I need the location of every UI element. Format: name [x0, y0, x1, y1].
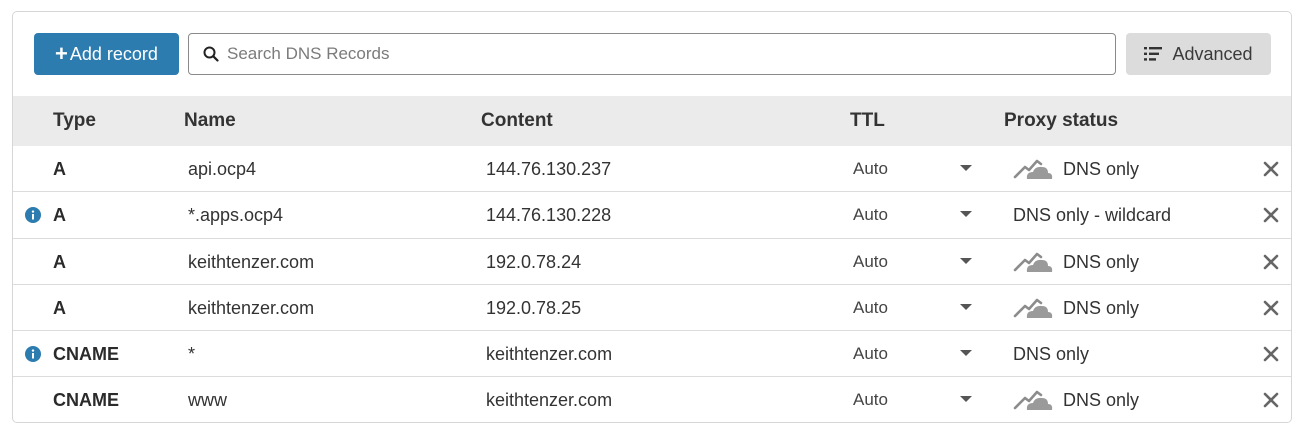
- proxy-status-label: DNS only: [1063, 390, 1140, 411]
- delete-icon[interactable]: [1263, 300, 1279, 316]
- plus-icon: +: [55, 41, 68, 66]
- proxy-status-label: DNS only - wildcard: [1013, 205, 1172, 226]
- proxy-status[interactable]: DNS only: [1013, 331, 1089, 377]
- chevron-down-icon[interactable]: [960, 303, 972, 310]
- record-name: keithtenzer.com: [188, 297, 315, 318]
- record-type: A: [53, 159, 66, 179]
- ttl-select[interactable]: Auto: [853, 146, 888, 192]
- record-name: *: [188, 344, 196, 365]
- column-header-proxy-status[interactable]: Proxy status: [1004, 96, 1118, 146]
- info-icon[interactable]: [25, 207, 41, 224]
- ttl-select[interactable]: Auto: [853, 377, 888, 422]
- column-header-ttl[interactable]: TTL: [850, 96, 885, 146]
- search-icon: [203, 46, 219, 62]
- advanced-button[interactable]: Advanced: [1126, 33, 1271, 75]
- record-type: CNAME: [53, 344, 119, 365]
- ttl-value: Auto: [853, 251, 888, 271]
- record-content: keithtenzer.com: [486, 344, 613, 365]
- ttl-value: Auto: [853, 159, 888, 178]
- proxy-status-label: DNS only: [1013, 344, 1090, 365]
- toolbar: + Add record Advanced: [13, 12, 1291, 96]
- proxy-status[interactable]: DNS only: [1013, 146, 1139, 192]
- proxy-status[interactable]: DNS only - wildcard: [1013, 192, 1171, 238]
- chevron-down-icon[interactable]: [960, 396, 972, 403]
- record-type: A: [53, 251, 66, 272]
- proxy-status[interactable]: DNS only: [1013, 285, 1139, 331]
- record-name: keithtenzer.com: [188, 251, 315, 272]
- record-name: api.ocp4: [188, 159, 257, 179]
- ttl-select[interactable]: Auto: [853, 192, 888, 238]
- record-content: 192.0.78.25: [486, 297, 582, 318]
- table-row[interactable]: Akeithtenzer.com 192.0.78.25 Auto DNS only: [13, 285, 1291, 332]
- record-type: A: [53, 297, 66, 318]
- proxy-status-label: DNS only: [1063, 297, 1140, 318]
- ttl-value: Auto: [853, 344, 888, 364]
- delete-icon[interactable]: [1263, 392, 1279, 408]
- record-type: CNAME: [53, 390, 119, 411]
- chevron-down-icon[interactable]: [960, 257, 972, 264]
- delete-icon[interactable]: [1263, 207, 1279, 223]
- record-content: keithtenzer.com: [486, 390, 613, 411]
- record-name: www: [188, 390, 227, 411]
- cloud-dns-only-icon: [1013, 158, 1053, 180]
- filter-list-icon: [1144, 47, 1163, 61]
- record-content: 144.76.130.228: [486, 205, 612, 226]
- proxy-status[interactable]: DNS only: [1013, 377, 1140, 422]
- proxy-status-label: DNS only: [1063, 159, 1140, 179]
- search-box: [188, 33, 1116, 75]
- column-header-name[interactable]: Name: [184, 96, 236, 146]
- cloud-dns-only-icon: [1013, 251, 1053, 273]
- add-record-label: Add record: [69, 43, 158, 64]
- table-row[interactable]: Aapi.ocp4 144.76.130.237 Auto DNS only: [13, 146, 1291, 193]
- record-name: *.apps.ocp4: [188, 205, 284, 226]
- delete-icon[interactable]: [1263, 254, 1279, 270]
- ttl-select[interactable]: Auto: [853, 285, 888, 331]
- proxy-status-label: DNS only: [1063, 251, 1140, 272]
- search-input[interactable]: [227, 34, 1115, 74]
- chevron-down-icon[interactable]: [960, 350, 972, 357]
- info-icon[interactable]: [25, 346, 41, 363]
- dns-records-panel: + Add record Advanced Type Name Content …: [12, 11, 1292, 423]
- table-header: Type Name Content TTL Proxy status: [13, 96, 1291, 146]
- table-row[interactable]: Akeithtenzer.com 192.0.78.24 Auto DNS only: [13, 239, 1291, 285]
- ttl-value: Auto: [853, 205, 888, 225]
- ttl-value: Auto: [853, 297, 888, 317]
- delete-icon[interactable]: [1263, 346, 1279, 362]
- records-table-body: Aapi.ocp4 144.76.130.237 Auto DNS only A *.ap…: [13, 146, 1291, 422]
- record-type: A: [53, 205, 66, 226]
- record-content: 192.0.78.24: [486, 251, 582, 272]
- delete-icon[interactable]: [1263, 161, 1279, 177]
- table-row[interactable]: CNAME * keithtenzer.com Auto DNS only: [13, 331, 1291, 378]
- column-header-type[interactable]: Type: [53, 96, 96, 146]
- proxy-status[interactable]: DNS only: [1013, 239, 1139, 285]
- column-header-content[interactable]: Content: [481, 96, 553, 146]
- add-record-button[interactable]: + Add record: [34, 33, 179, 75]
- cloud-dns-only-icon: [1013, 389, 1053, 411]
- table-row[interactable]: CNAME www keithtenzer.com Auto DNS only: [13, 377, 1291, 422]
- chevron-down-icon[interactable]: [960, 211, 972, 218]
- ttl-value: Auto: [853, 390, 888, 410]
- cloud-dns-only-icon: [1013, 297, 1053, 319]
- table-row[interactable]: A *.apps.ocp4 144.76.130.228 Auto DNS only -…: [13, 192, 1291, 239]
- record-content: 144.76.130.237: [486, 159, 612, 179]
- ttl-select[interactable]: Auto: [853, 239, 888, 285]
- ttl-select[interactable]: Auto: [853, 331, 888, 377]
- advanced-label: Advanced: [1172, 43, 1253, 64]
- chevron-down-icon[interactable]: [960, 165, 972, 171]
